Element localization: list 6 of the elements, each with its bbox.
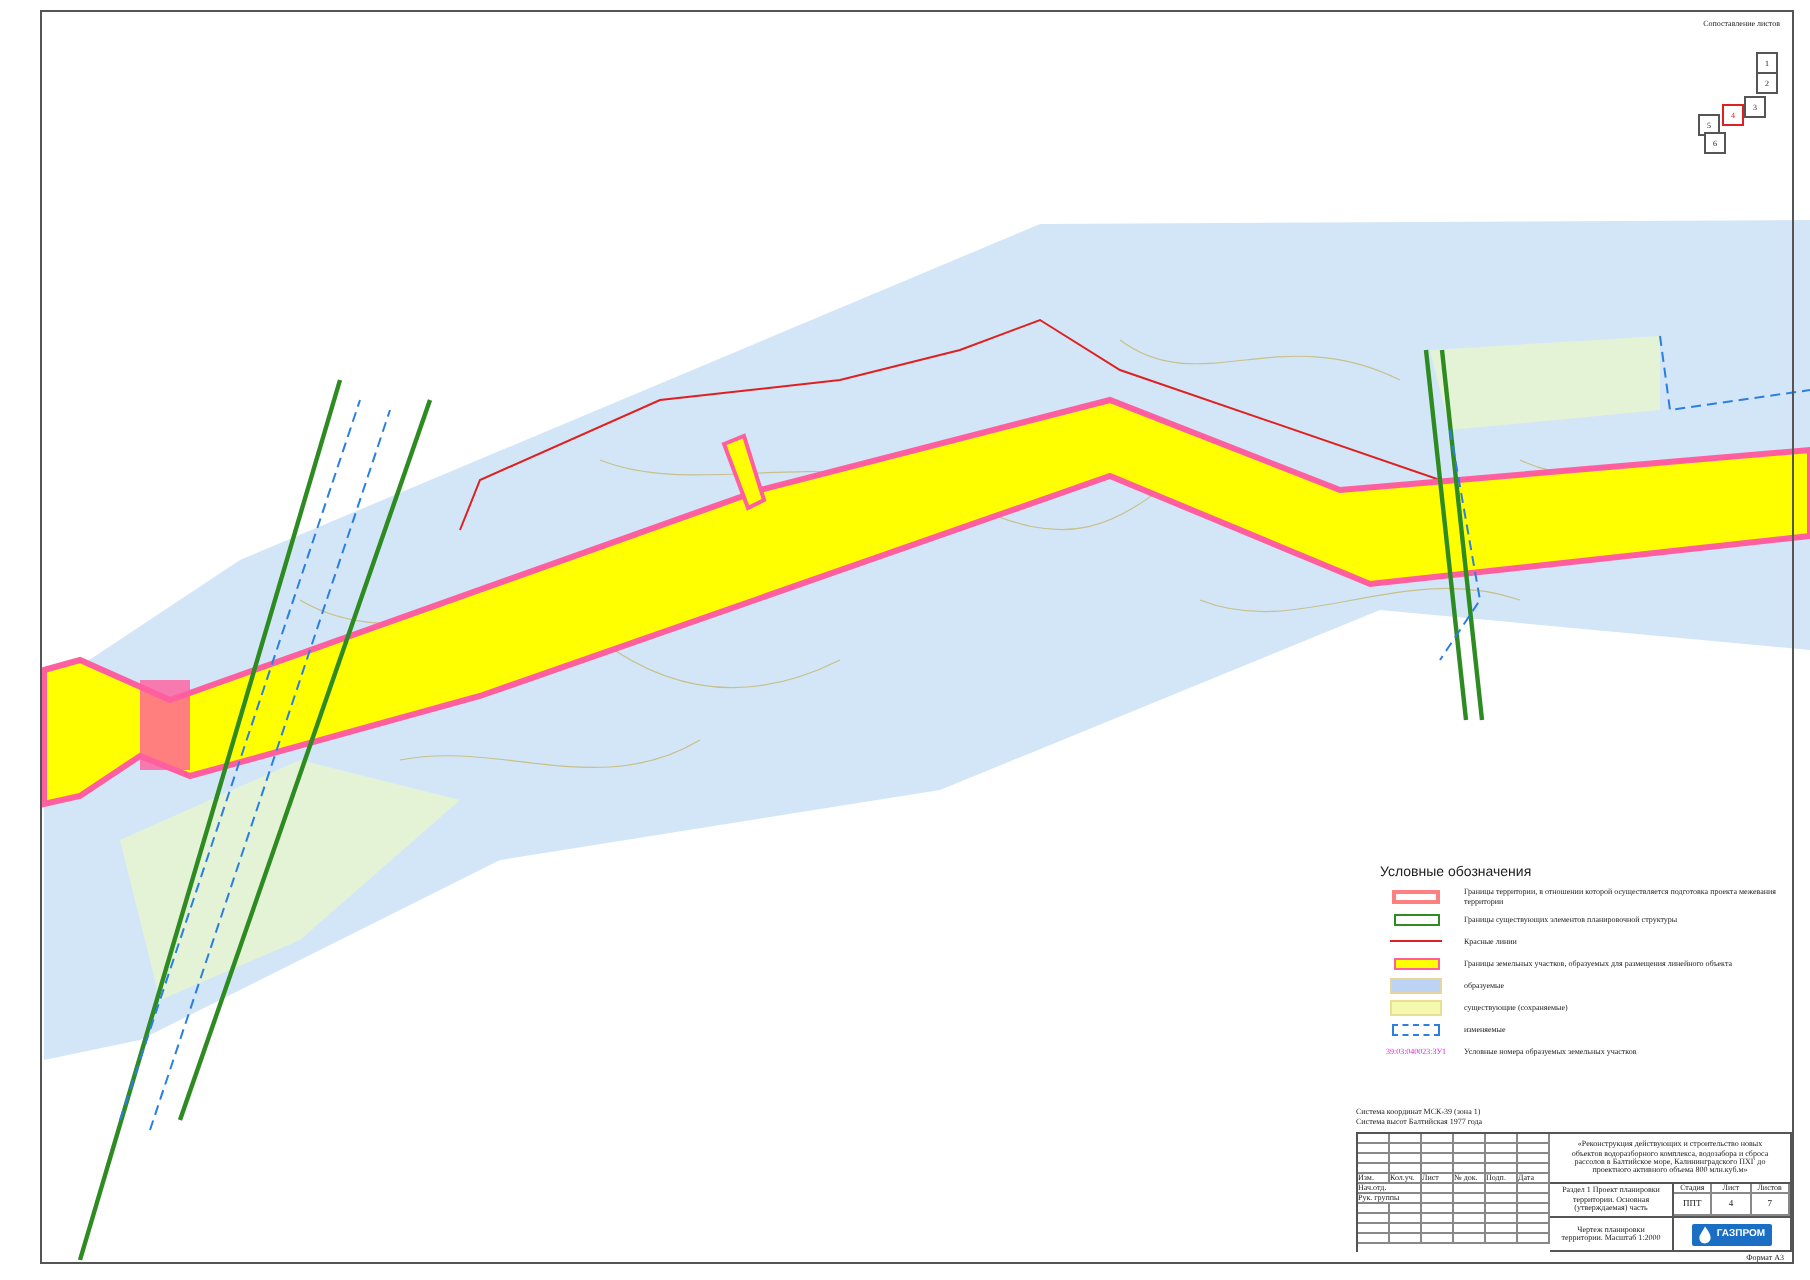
legend-swatch <box>1392 890 1440 905</box>
legend-swatch <box>1393 957 1439 970</box>
legend-swatch <box>1393 913 1439 926</box>
legend-swatch <box>1392 1023 1440 1036</box>
legend-swatch <box>1390 977 1442 994</box>
legend-swatch <box>1390 999 1442 1016</box>
